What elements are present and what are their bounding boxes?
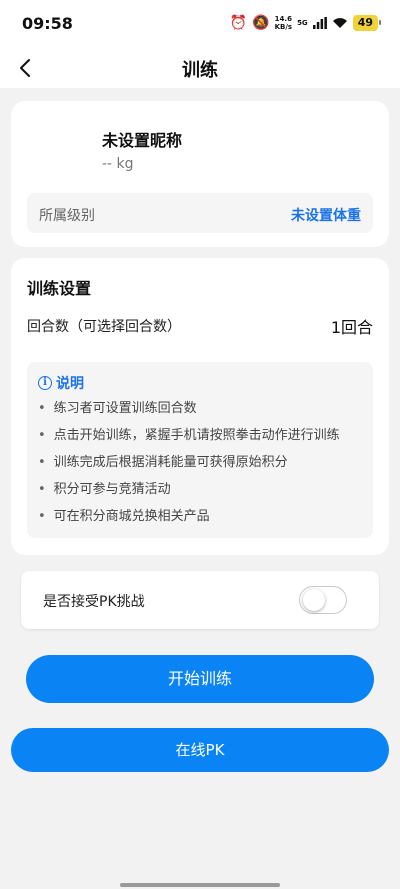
info-item: 训练完成后根据消耗能量可获得原始积分: [38, 454, 340, 481]
battery-indicator: 49: [352, 15, 382, 31]
start-training-button[interactable]: 开始训练: [26, 655, 374, 703]
online-pk-button[interactable]: 在线PK: [11, 728, 389, 772]
accept-pk-label: 是否接受PK挑战: [43, 594, 145, 610]
signal-icon: [312, 17, 327, 29]
page-title: 训练: [182, 60, 218, 81]
status-bar: 09:58 ⏰ 🔕 14.6 KB/s 5G 49: [0, 0, 400, 48]
status-time: 09:58: [22, 14, 73, 33]
network-speed-unit: KB/s: [274, 23, 293, 31]
alarm-icon: ⏰: [229, 15, 248, 31]
profile-card: 未设置昵称 -- kg 所属级别 未设置体重: [11, 101, 389, 247]
info-list: 练习者可设置训练回合数 点击开始训练，紧握手机请按照拳击动作进行训练 训练完成后…: [38, 400, 340, 535]
info-item: 可在积分商城兑换相关产品: [38, 508, 340, 535]
toggle-knob: [303, 589, 325, 611]
training-settings-card: 训练设置 回合数（可选择回合数） 1回合 i 说明 练习者可设置训练回合数 点击…: [11, 258, 389, 555]
info-title: 说明: [56, 376, 84, 392]
home-indicator[interactable]: [120, 883, 280, 887]
nav-bar: 训练: [0, 48, 400, 88]
network-speed-value: 14.6: [274, 15, 292, 23]
rounds-selector[interactable]: 1回合: [331, 314, 373, 338]
accept-pk-toggle[interactable]: [299, 586, 347, 614]
level-label: 所属级别: [39, 208, 95, 224]
settings-title: 训练设置: [27, 279, 92, 298]
info-icon: i: [38, 376, 52, 390]
info-item: 积分可参与竞猜活动: [38, 481, 340, 508]
level-row: 所属级别 未设置体重: [27, 193, 373, 233]
info-box: i 说明 练习者可设置训练回合数 点击开始训练，紧握手机请按照拳击动作进行训练 …: [27, 362, 373, 538]
nickname[interactable]: 未设置昵称: [102, 127, 182, 151]
set-weight-link[interactable]: 未设置体重: [291, 205, 361, 225]
info-header: i 说明: [38, 373, 84, 393]
network-generation: 5G: [297, 19, 308, 27]
rounds-label: 回合数（可选择回合数）: [27, 319, 181, 335]
mute-icon: 🔕: [252, 15, 270, 31]
info-item: 练习者可设置训练回合数: [38, 400, 340, 427]
network-speed: 14.6 KB/s: [275, 15, 292, 31]
status-icons: ⏰ 🔕 14.6 KB/s 5G 49: [229, 13, 382, 33]
wifi-icon: [332, 18, 347, 28]
info-item: 点击开始训练，紧握手机请按照拳击动作进行训练: [38, 427, 340, 454]
weight-value: -- kg: [102, 156, 134, 172]
pk-toggle-card: 是否接受PK挑战: [21, 571, 379, 629]
